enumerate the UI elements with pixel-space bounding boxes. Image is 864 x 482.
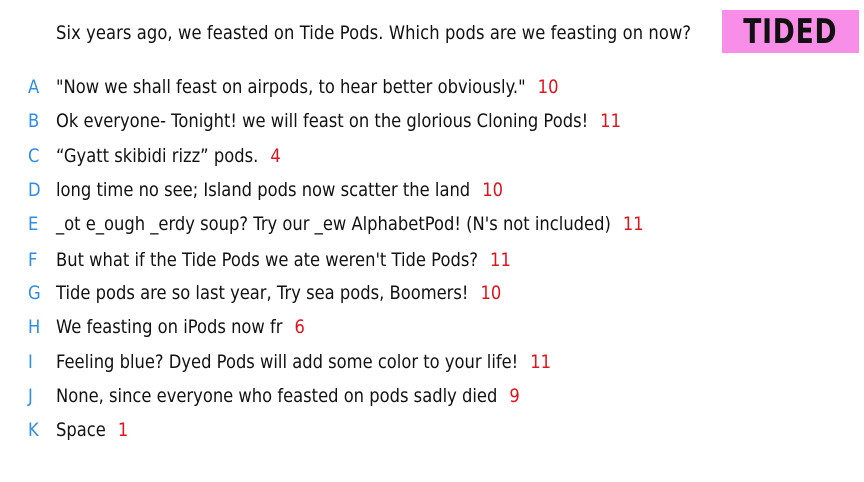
vote-count: 10 — [537, 76, 559, 98]
option-text: Ok everyone- Tonight! we will feast on t… — [56, 110, 589, 132]
option-text: But what if the Tide Pods we ate weren't… — [56, 249, 479, 271]
option-h[interactable]: H We feasting on iPods now fr 6 — [28, 314, 345, 340]
option-text-wrap: But what if the Tide Pods we ate weren't… — [56, 249, 511, 271]
option-a[interactable]: A "Now we shall feast on airpods, to hea… — [28, 74, 640, 100]
option-text: "Now we shall feast on airpods, to hear … — [56, 76, 526, 98]
option-i[interactable]: I Feeling blue? Dyed Pods will add some … — [28, 349, 632, 375]
option-text: We feasting on iPods now fr — [56, 316, 283, 338]
option-text: long time no see; Island pods now scatte… — [56, 179, 471, 201]
option-text-wrap: "Now we shall feast on airpods, to hear … — [56, 76, 558, 98]
vote-count: 9 — [509, 385, 520, 407]
vote-count: 11 — [600, 110, 621, 132]
option-letter: H — [28, 316, 41, 338]
option-text-wrap: “Gyatt skibidi rizz” pods. 4 — [56, 145, 281, 167]
option-text: “Gyatt skibidi rizz” pods. — [56, 145, 259, 167]
option-g[interactable]: G Tide pods are so last year, Try sea po… — [28, 280, 574, 306]
option-letter: I — [28, 351, 33, 373]
vote-count: 4 — [270, 145, 281, 167]
option-k[interactable]: K Space 1 — [28, 417, 140, 443]
option-d[interactable]: D long time no see; Island pods now scat… — [28, 177, 576, 203]
option-letter: D — [28, 179, 41, 201]
option-text: None, since everyone who feasted on pods… — [56, 385, 498, 407]
vote-count: 6 — [294, 316, 305, 338]
answer-list: A "Now we shall feast on airpods, to hea… — [0, 0, 864, 482]
option-text: Feeling blue? Dyed Pods will add some co… — [56, 351, 519, 373]
option-letter: B — [28, 110, 40, 132]
option-letter: K — [28, 419, 39, 441]
option-text-wrap: _ot e_ough _erdy soup? Try our _ew Alpha… — [56, 213, 644, 235]
vote-count: 10 — [480, 282, 502, 304]
option-text-wrap: We feasting on iPods now fr 6 — [56, 316, 305, 338]
vote-count: 1 — [117, 419, 129, 441]
option-text-wrap: Ok everyone- Tonight! we will feast on t… — [56, 110, 621, 132]
vote-count: 11 — [622, 213, 644, 235]
option-letter: G — [28, 282, 41, 304]
option-j[interactable]: J None, since everyone who feasted on po… — [28, 383, 595, 409]
option-text-wrap: Feeling blue? Dyed Pods will add some co… — [56, 351, 551, 373]
option-b[interactable]: B Ok everyone- Tonight! we will feast on… — [28, 108, 713, 134]
vote-count: 11 — [490, 249, 511, 271]
option-letter: J — [28, 385, 33, 407]
option-text: Space — [56, 419, 106, 441]
option-letter: E — [28, 213, 39, 235]
option-text-wrap: long time no see; Island pods now scatte… — [56, 179, 503, 201]
option-c[interactable]: C “Gyatt skibidi rizz” pods. 4 — [28, 143, 317, 169]
option-text: Tide pods are so last year, Try sea pods… — [56, 282, 469, 304]
option-letter: F — [28, 249, 38, 271]
vote-count: 11 — [530, 351, 552, 373]
option-text: _ot e_ough _erdy soup? Try our _ew Alpha… — [56, 213, 611, 235]
option-f[interactable]: F But what if the Tide Pods we ate weren… — [28, 247, 585, 273]
option-text-wrap: None, since everyone who feasted on pods… — [56, 385, 520, 407]
option-letter: C — [28, 145, 40, 167]
option-text-wrap: Tide pods are so last year, Try sea pods… — [56, 282, 501, 304]
option-e[interactable]: E _ot e_ough _erdy soup? Try our _ew Alp… — [28, 211, 739, 237]
vote-count: 10 — [482, 179, 504, 201]
option-text-wrap: Space 1 — [56, 419, 128, 441]
option-letter: A — [28, 76, 40, 98]
